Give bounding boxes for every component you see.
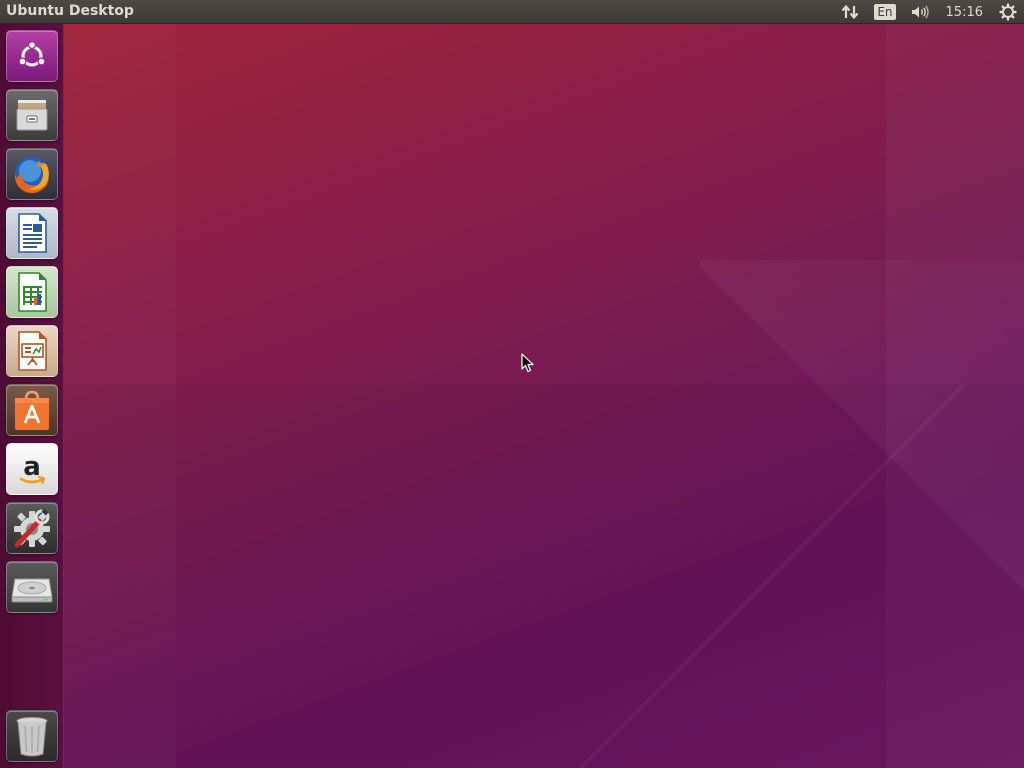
system-gear-icon[interactable] <box>992 0 1024 24</box>
launcher-item-calc[interactable] <box>6 266 58 318</box>
clock[interactable]: 15:16 <box>937 0 992 24</box>
wallpaper-facet <box>886 24 1024 768</box>
calc-spreadsheet-icon <box>12 270 52 314</box>
mouse-cursor-icon <box>521 353 535 377</box>
launcher-item-software[interactable] <box>6 384 58 436</box>
launcher-item-files[interactable] <box>6 89 58 141</box>
top-panel: Ubuntu Desktop En 15:16 <box>0 0 1024 24</box>
volume-icon[interactable] <box>903 0 937 24</box>
trash-icon <box>12 714 52 758</box>
wallpaper-facet <box>700 260 1024 768</box>
launcher: a <box>0 24 64 768</box>
desktop[interactable]: Ubuntu Desktop En 15:16 a <box>0 0 1024 768</box>
keyboard-layout-label: En <box>874 4 896 20</box>
indicator-area: En 15:16 <box>833 0 1024 24</box>
network-transfer-icon[interactable] <box>833 0 867 24</box>
launcher-item-firefox[interactable] <box>6 148 58 200</box>
settings-wrench-gear-icon <box>9 505 55 551</box>
amazon-icon: a <box>12 449 52 489</box>
wallpaper-facet <box>64 384 1024 768</box>
wallpaper-facet <box>64 24 176 768</box>
launcher-item-amazon[interactable]: a <box>6 443 58 495</box>
launcher-item-trash[interactable] <box>6 710 58 762</box>
file-cabinet-icon <box>12 95 52 135</box>
launcher-item-settings[interactable] <box>6 502 58 554</box>
firefox-icon <box>10 152 54 196</box>
impress-presentation-icon <box>12 329 52 373</box>
keyboard-layout-indicator[interactable]: En <box>867 0 902 24</box>
launcher-item-drive[interactable] <box>6 561 58 613</box>
panel-title: Ubuntu Desktop <box>6 3 134 19</box>
wallpaper-facet <box>520 384 1024 768</box>
launcher-item-writer[interactable] <box>6 207 58 259</box>
launcher-item-impress[interactable] <box>6 325 58 377</box>
software-bag-icon <box>10 388 54 432</box>
hard-drive-icon <box>9 567 55 607</box>
ubuntu-logo-icon <box>14 38 50 74</box>
writer-document-icon <box>12 211 52 255</box>
launcher-item-dash[interactable] <box>6 30 58 82</box>
